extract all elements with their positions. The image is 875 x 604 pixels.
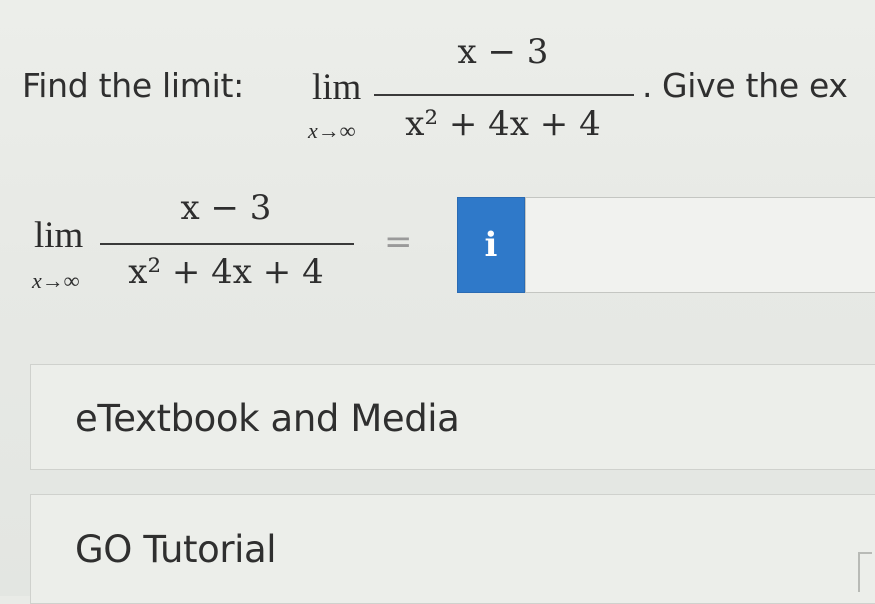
answer-input[interactable] (525, 197, 875, 293)
question-numerator: x − 3 (457, 32, 549, 72)
answer-fraction-bar (100, 243, 354, 245)
info-icon: i (484, 225, 498, 265)
question-period: . (642, 66, 653, 105)
etextbook-media-panel[interactable]: eTextbook and Media (30, 364, 875, 470)
etextbook-media-label: eTextbook and Media (75, 397, 460, 440)
question-page: Find the limit: lim x→∞ x − 3 x² + 4x + … (0, 0, 875, 604)
answer-numerator: x − 3 (180, 188, 272, 228)
panel-edge-mark (858, 552, 872, 592)
question-denominator: x² + 4x + 4 (405, 104, 601, 144)
question-fraction-bar (374, 94, 634, 96)
go-tutorial-panel[interactable]: GO Tutorial (30, 494, 875, 604)
equals-sign: = (384, 222, 413, 262)
question-suffix: Give the ex (662, 66, 848, 105)
question-lim-subscript: x→∞ (308, 118, 356, 143)
question-prefix: Find the limit: (22, 66, 244, 105)
info-button[interactable]: i (457, 197, 525, 293)
go-tutorial-label: GO Tutorial (75, 528, 277, 571)
answer-lim-subscript: x→∞ (32, 268, 80, 293)
answer-denominator: x² + 4x + 4 (128, 252, 324, 292)
answer-lim: lim (34, 215, 84, 256)
question-lim: lim (312, 67, 362, 108)
